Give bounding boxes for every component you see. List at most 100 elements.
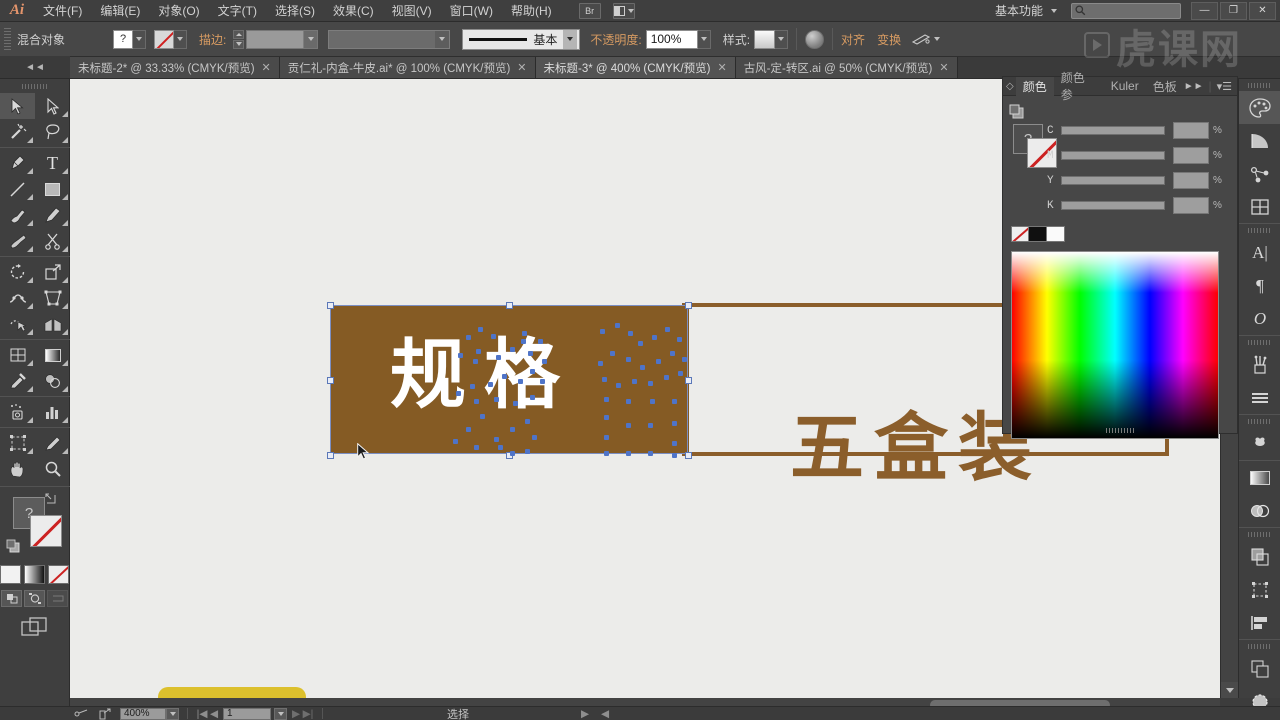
menu-object[interactable]: 对象(O) xyxy=(149,0,208,22)
page-number-field[interactable]: 1 xyxy=(223,707,271,720)
appearance-icon[interactable] xyxy=(1239,157,1280,190)
channel-value-c[interactable] xyxy=(1173,122,1209,139)
tab-color[interactable]: 颜色 xyxy=(1015,76,1054,96)
control-bar-grip[interactable] xyxy=(4,28,11,50)
scroll-down-icon[interactable] xyxy=(1221,682,1239,698)
menu-help[interactable]: 帮助(H) xyxy=(502,0,561,22)
character-icon[interactable]: A| xyxy=(1239,236,1280,269)
type-tool[interactable]: T xyxy=(35,150,70,176)
stroke-dropdown-arrow[interactable] xyxy=(174,29,187,49)
arrange-documents-button[interactable] xyxy=(612,2,635,19)
page-dropdown-icon[interactable] xyxy=(274,707,287,720)
artboard-tool[interactable] xyxy=(0,430,35,456)
lasso-tool[interactable] xyxy=(35,119,70,145)
menu-view[interactable]: 视图(V) xyxy=(383,0,441,22)
transform-button[interactable]: 变换 xyxy=(877,31,901,48)
blob-brush-tool[interactable] xyxy=(0,228,35,254)
prev-page-icon[interactable]: ◀ xyxy=(208,708,220,720)
perspective-icon[interactable] xyxy=(911,32,931,47)
opacity-input[interactable]: 100% xyxy=(645,29,698,49)
eyedropper-tool[interactable] xyxy=(0,368,35,394)
fill-dropdown-arrow[interactable] xyxy=(133,29,146,49)
channel-value-k[interactable] xyxy=(1173,197,1209,214)
blend-tool[interactable] xyxy=(35,368,70,394)
column-graph-tool[interactable] xyxy=(35,399,70,425)
draw-behind-button[interactable] xyxy=(24,590,45,607)
color-fill-mode-button[interactable] xyxy=(0,565,21,584)
stroke-weight-combo[interactable] xyxy=(246,29,319,49)
align-icon[interactable] xyxy=(1239,606,1280,639)
slider-track-k[interactable] xyxy=(1061,201,1165,210)
close-icon[interactable]: ✕ xyxy=(717,61,726,74)
selection-tool[interactable] xyxy=(0,93,35,119)
gradient-fill-mode-button[interactable] xyxy=(24,565,45,584)
channel-value-m[interactable] xyxy=(1173,147,1209,164)
close-icon[interactable]: ✕ xyxy=(262,61,271,74)
stroke-variable-width-combo[interactable] xyxy=(328,29,451,49)
dock-grip-3[interactable] xyxy=(1239,336,1280,348)
slider-track-c[interactable] xyxy=(1061,126,1165,135)
tab-swatches[interactable]: 色板 xyxy=(1146,77,1184,96)
document-tab-1[interactable]: 贡仁礼-内盒-牛皮.ai* @ 100% (CMYK/预览) ✕ xyxy=(279,57,536,78)
slider-track-y[interactable] xyxy=(1061,176,1165,185)
draw-inside-button[interactable] xyxy=(47,590,68,607)
search-input[interactable] xyxy=(1071,2,1181,19)
swatch-none[interactable] xyxy=(1011,226,1029,242)
minimize-button[interactable]: — xyxy=(1191,1,1218,20)
menu-window[interactable]: 窗口(W) xyxy=(441,0,502,22)
dock-grip-6[interactable] xyxy=(1239,640,1280,652)
graphic-style-swatch[interactable] xyxy=(754,29,776,49)
close-icon[interactable]: ✕ xyxy=(517,61,526,74)
stroke-icon[interactable] xyxy=(1239,381,1280,414)
none-fill-mode-button[interactable] xyxy=(48,565,69,584)
hand-tool[interactable] xyxy=(0,456,35,482)
menu-type[interactable]: 文字(T) xyxy=(209,0,266,22)
color-proxy-icon[interactable] xyxy=(1009,104,1029,123)
artwork-selected-text[interactable]: 规格 xyxy=(390,337,578,413)
zoom-level-control[interactable]: 400% xyxy=(116,707,183,720)
transform-icon[interactable] xyxy=(1239,573,1280,606)
dock-grip-4[interactable] xyxy=(1239,415,1280,427)
scale-tool[interactable] xyxy=(35,259,70,285)
zoom-tool[interactable] xyxy=(35,456,70,482)
line-segment-tool[interactable] xyxy=(0,176,35,202)
panel-resize-grip[interactable] xyxy=(1003,428,1239,433)
fill-swatch[interactable]: ? xyxy=(113,29,133,49)
gradient-panel-icon[interactable] xyxy=(1239,461,1280,494)
color-spectrum-picker[interactable] xyxy=(1011,251,1219,439)
menu-file[interactable]: 文件(F) xyxy=(34,0,91,22)
next-page-icon[interactable]: ▶ xyxy=(290,708,302,720)
dock-grip[interactable] xyxy=(1239,79,1280,91)
direct-selection-tool[interactable] xyxy=(35,93,70,119)
width-tool[interactable] xyxy=(0,285,35,311)
stepper-down-icon[interactable] xyxy=(233,39,245,49)
rectangle-tool[interactable] xyxy=(35,176,70,202)
free-transform-tool[interactable] xyxy=(35,285,70,311)
stroke-color-control[interactable] xyxy=(154,29,187,49)
glyphs-icon[interactable]: O xyxy=(1239,302,1280,335)
opacity-dropdown-arrow[interactable] xyxy=(697,29,711,49)
close-button[interactable]: ✕ xyxy=(1249,1,1276,20)
panel-menu-icon[interactable]: ▾☰ xyxy=(1217,80,1232,93)
last-page-icon[interactable]: ▶| xyxy=(302,708,314,720)
recolor-artwork-button[interactable] xyxy=(805,29,825,49)
pen-tool[interactable] xyxy=(0,150,35,176)
channel-value-y[interactable] xyxy=(1173,172,1209,189)
align-button[interactable]: 对齐 xyxy=(841,31,865,48)
chevron-down-icon[interactable] xyxy=(563,29,578,49)
stroke-swatch-none[interactable] xyxy=(154,29,174,49)
magic-wand-tool[interactable] xyxy=(0,119,35,145)
pathfinder-icon[interactable] xyxy=(1239,540,1280,573)
color-guide-icon[interactable] xyxy=(1239,124,1280,157)
bridge-button[interactable]: Br xyxy=(578,2,601,19)
selection-handle-bl[interactable] xyxy=(327,452,334,459)
share-button[interactable] xyxy=(94,707,116,720)
fill-color-control[interactable]: ? xyxy=(113,29,146,49)
document-tab-0[interactable]: 未标题-2* @ 33.33% (CMYK/预览) ✕ xyxy=(70,57,280,78)
status-expand-icon[interactable]: ▶ xyxy=(579,708,591,720)
slider-track-m[interactable] xyxy=(1061,151,1165,160)
dock-grip-5[interactable] xyxy=(1239,528,1280,540)
shape-builder-tool[interactable] xyxy=(0,311,35,337)
rotate-tool[interactable] xyxy=(0,259,35,285)
style-dropdown-arrow[interactable] xyxy=(775,29,789,49)
